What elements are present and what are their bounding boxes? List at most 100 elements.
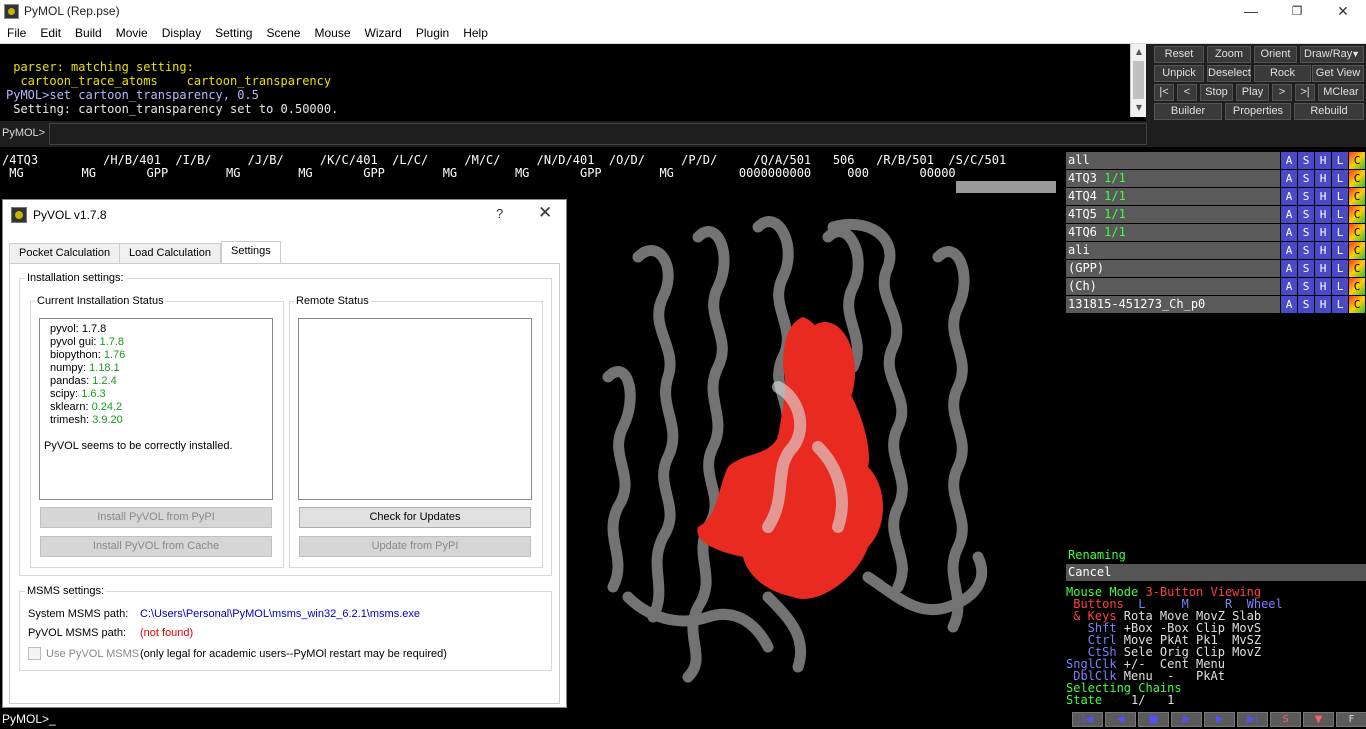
object-name[interactable]: (GPP) [1066,260,1280,277]
zoom-button[interactable]: Zoom [1207,46,1251,63]
tab-load-calculation[interactable]: Load Calculation [119,243,221,263]
object-h-button[interactable]: H [1315,224,1331,241]
draw-ray-button[interactable]: Draw/Ray ▼ [1300,46,1364,63]
3d-viewer[interactable] [568,197,1064,710]
object-a-button[interactable]: A [1281,242,1297,259]
object-l-button[interactable]: L [1332,278,1348,295]
get-view-button[interactable]: Get View [1312,65,1364,82]
object-h-button[interactable]: H [1315,242,1331,259]
object-h-button[interactable]: H [1315,206,1331,223]
command-input[interactable] [49,123,1147,145]
collapse-icon[interactable]: ▼ [1303,712,1334,727]
object-s-button[interactable]: S [1298,170,1314,187]
rock-button[interactable]: Rock [1254,65,1311,82]
tab-settings[interactable]: Settings [221,241,281,264]
help-button[interactable]: ? [496,206,503,221]
object-l-button[interactable]: L [1332,224,1348,241]
builder-button[interactable]: Builder [1154,103,1222,120]
object-h-button[interactable]: H [1315,278,1331,295]
close-dialog-button[interactable]: ✕ [538,203,552,223]
object-c-button[interactable]: C [1349,278,1365,295]
orient-button[interactable]: Orient [1254,46,1297,63]
menu-plugin[interactable]: Plugin [409,23,456,43]
install-from-pypi-button[interactable]: Install PyVOL from PyPI [40,507,272,528]
object-h-button[interactable]: H [1315,152,1331,169]
object-l-button[interactable]: L [1332,260,1348,277]
object-a-button[interactable]: A [1281,152,1297,169]
object-c-button[interactable]: C [1349,242,1365,259]
object-row[interactable]: 4TQ4 1/1 A S H L C [1066,188,1366,205]
step-forward-icon[interactable]: ▶ [1204,712,1235,727]
stop-button[interactable]: Stop [1200,84,1233,101]
object-row[interactable]: all A S H L C [1066,152,1366,169]
sequence-viewer[interactable]: /4TQ3 /H/B/401 /I/B/ /J/B/ /K/C/401 /L/C… [0,152,1064,195]
install-from-cache-button[interactable]: Install PyVOL from Cache [40,536,272,557]
scroll-down-icon[interactable]: ▼ [1131,101,1147,115]
menu-setting[interactable]: Setting [208,23,259,43]
object-row[interactable]: 4TQ5 1/1 A S H L C [1066,206,1366,223]
scroll-thumb[interactable] [1133,61,1144,99]
step-back-icon[interactable]: ◀ [1105,712,1136,727]
object-c-button[interactable]: C [1349,224,1365,241]
object-c-button[interactable]: C [1349,296,1365,313]
object-a-button[interactable]: A [1281,188,1297,205]
update-from-pypi-button[interactable]: Update from PyPI [299,536,531,557]
first-frame-button[interactable]: |< [1154,84,1174,101]
menu-edit[interactable]: Edit [33,23,68,43]
object-c-button[interactable]: C [1349,260,1365,277]
menu-build[interactable]: Build [68,23,109,43]
sequence-scrollbar[interactable] [956,181,1056,193]
object-l-button[interactable]: L [1332,152,1348,169]
menu-scene[interactable]: Scene [259,23,307,43]
object-name[interactable]: 4TQ4 1/1 [1066,188,1280,205]
object-s-button[interactable]: S [1298,206,1314,223]
object-a-button[interactable]: A [1281,224,1297,241]
menu-movie[interactable]: Movie [109,23,155,43]
unpick-button[interactable]: Unpick [1154,65,1204,82]
object-h-button[interactable]: H [1315,188,1331,205]
menu-help[interactable]: Help [456,23,495,43]
object-row[interactable]: 131815-451273_Ch_p0 A S H L C [1066,296,1366,313]
menu-file[interactable]: File [0,23,33,43]
fullscreen-icon[interactable]: F [1336,712,1366,727]
object-c-button[interactable]: C [1349,152,1365,169]
maximize-button[interactable]: ❐ [1274,0,1320,23]
play-button[interactable]: Play [1236,84,1269,101]
object-row[interactable]: ali A S H L C [1066,242,1366,259]
mclear-button[interactable]: MClear [1318,84,1364,101]
object-l-button[interactable]: L [1332,206,1348,223]
prev-frame-button[interactable]: < [1177,84,1197,101]
rewind-icon[interactable]: |◀ [1072,712,1103,727]
object-s-button[interactable]: S [1298,152,1314,169]
menu-mouse[interactable]: Mouse [307,23,357,43]
object-s-button[interactable]: S [1298,260,1314,277]
object-s-button[interactable]: S [1298,278,1314,295]
use-msms-checkbox[interactable] [28,647,41,660]
rebuild-button[interactable]: Rebuild [1294,103,1364,120]
last-frame-button[interactable]: >| [1295,84,1315,101]
object-a-button[interactable]: A [1281,260,1297,277]
object-row[interactable]: 4TQ6 1/1 A S H L C [1066,224,1366,241]
object-c-button[interactable]: C [1349,206,1365,223]
check-for-updates-button[interactable]: Check for Updates [299,507,531,528]
object-s-button[interactable]: S [1298,224,1314,241]
object-s-button[interactable]: S [1298,242,1314,259]
object-a-button[interactable]: A [1281,278,1297,295]
scroll-up-icon[interactable]: ▲ [1131,45,1147,59]
object-a-button[interactable]: A [1281,206,1297,223]
object-l-button[interactable]: L [1332,242,1348,259]
sequence-toggle-icon[interactable]: S [1270,712,1301,727]
object-name[interactable]: (Ch) [1066,278,1280,295]
mouse-mode-panel[interactable]: Mouse Mode 3-Button Viewing Buttons L M … [1066,586,1366,710]
console-scrollbar[interactable]: ▲ ▼ [1130,44,1146,117]
menu-display[interactable]: Display [155,23,208,43]
minimize-button[interactable]: — [1228,0,1274,23]
object-l-button[interactable]: L [1332,296,1348,313]
cancel-button[interactable]: Cancel [1066,564,1366,581]
object-s-button[interactable]: S [1298,188,1314,205]
object-name[interactable]: 131815-451273_Ch_p0 [1066,296,1280,313]
close-window-button[interactable]: ✕ [1320,0,1366,23]
object-l-button[interactable]: L [1332,188,1348,205]
object-name[interactable]: 4TQ3 1/1 [1066,170,1280,187]
play-icon[interactable]: ▶ [1171,712,1202,727]
